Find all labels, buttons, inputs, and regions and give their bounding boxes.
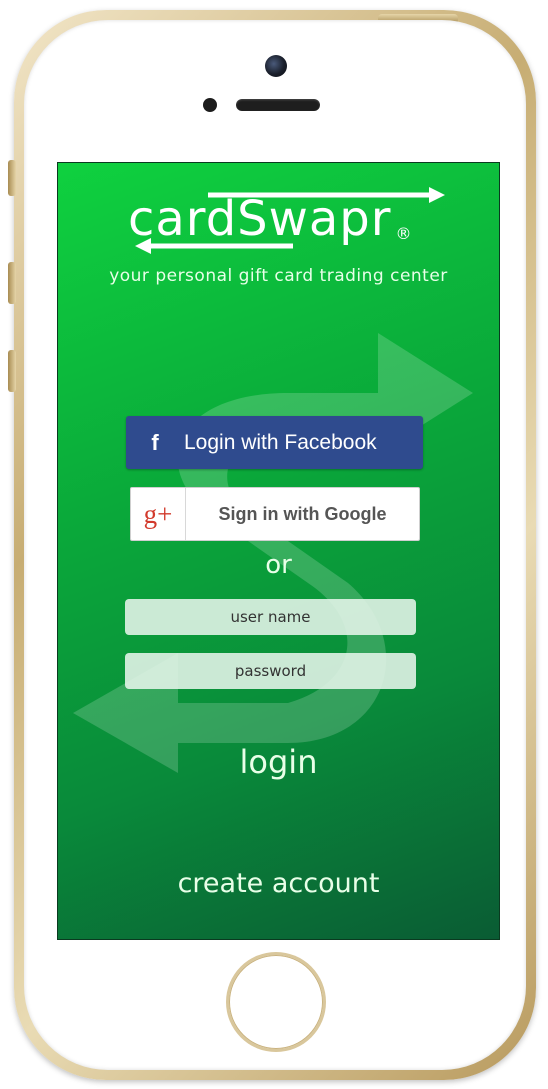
- sign-in-with-google-button[interactable]: g+ Sign in with Google: [130, 487, 420, 541]
- login-screen: cardSwapr ® your personal gift card tradi…: [57, 162, 500, 940]
- google-plus-icon: g+: [131, 488, 186, 540]
- password-input[interactable]: [125, 653, 416, 689]
- tagline: your personal gift card trading center: [109, 266, 448, 286]
- facebook-icon: f: [151, 429, 159, 455]
- volume-down-button: [8, 350, 16, 392]
- login-with-facebook-button[interactable]: f Login with Facebook: [126, 416, 423, 469]
- username-input[interactable]: [125, 599, 416, 635]
- home-button[interactable]: [229, 955, 323, 1049]
- login-button[interactable]: login: [58, 743, 499, 781]
- or-divider: or: [265, 550, 292, 580]
- facebook-button-label: Login with Facebook: [184, 430, 377, 454]
- volume-up-button: [8, 262, 16, 304]
- create-account-link[interactable]: create account: [58, 868, 499, 899]
- google-button-label: Sign in with Google: [218, 503, 387, 524]
- earpiece-speaker: [236, 99, 320, 111]
- registered-mark: ®: [395, 224, 413, 243]
- front-camera: [265, 55, 287, 77]
- proximity-sensor: [203, 98, 217, 112]
- logo-text: cardSwapr ®: [128, 191, 413, 247]
- mute-switch: [8, 160, 16, 196]
